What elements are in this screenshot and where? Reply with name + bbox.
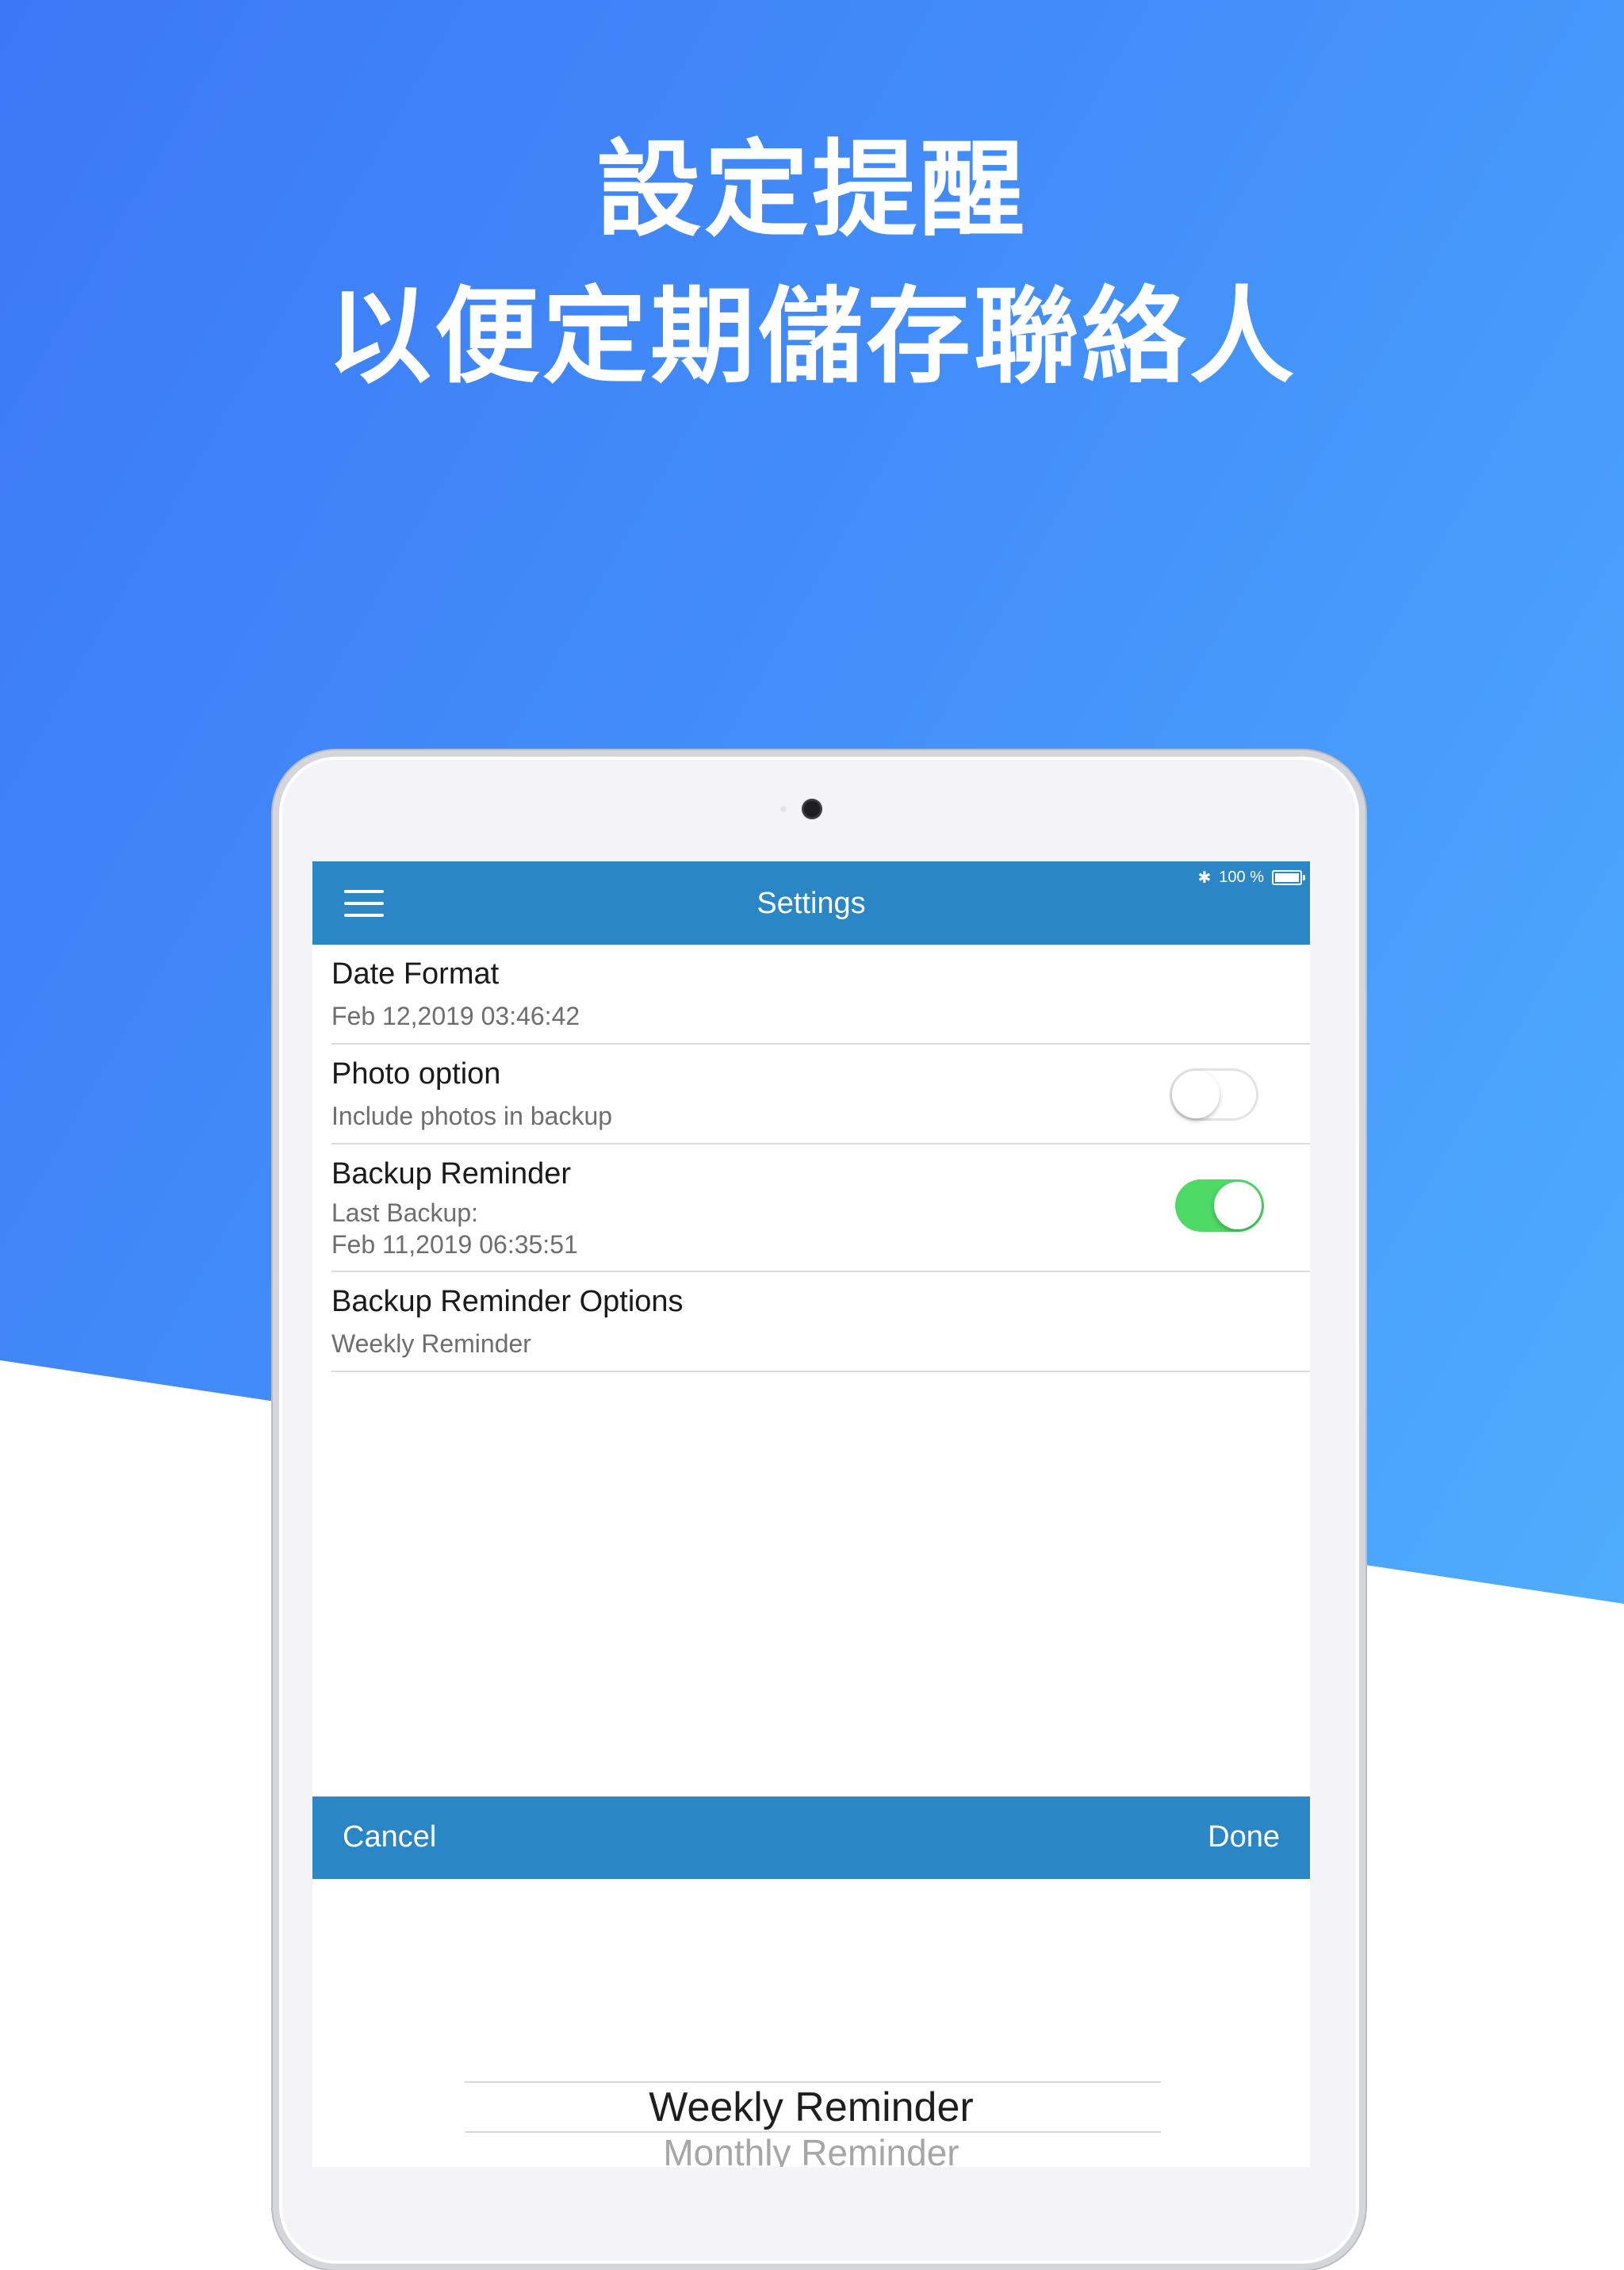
date-format-value: Feb 12,2019 03:46:42 — [331, 1002, 580, 1030]
backup-reminder-options-title: Backup Reminder Options — [331, 1285, 684, 1318]
photo-option-toggle[interactable] — [1170, 1068, 1258, 1121]
toggle-knob — [1214, 1182, 1262, 1229]
picker-toolbar: Cancel Done — [312, 1796, 1310, 1879]
last-backup-value: Feb 11,2019 06:35:51 — [331, 1230, 578, 1259]
cancel-button[interactable]: Cancel — [343, 1820, 436, 1854]
page-title: Settings — [756, 887, 866, 920]
app-screen: ✱ 100 % Settings Date Format Feb 12,2019… — [312, 861, 1310, 2167]
navigation-bar: ✱ 100 % Settings — [312, 861, 1310, 945]
toggle-knob — [1172, 1071, 1220, 1118]
picker-option-weekly[interactable]: Weekly Reminder — [312, 2084, 1310, 2131]
battery-percentage: 100 % — [1219, 869, 1264, 886]
picker-option-monthly[interactable]: Monthly Reminder — [312, 2131, 1310, 2167]
backup-reminder-options-row[interactable]: Backup Reminder Options Weekly Reminder — [312, 1272, 1310, 1372]
photo-option-title: Photo option — [331, 1057, 501, 1091]
row-divider — [331, 1371, 1310, 1372]
tablet-sensor — [780, 806, 787, 812]
date-format-title: Date Format — [331, 957, 500, 991]
bluetooth-icon: ✱ — [1197, 869, 1212, 887]
backup-reminder-title: Backup Reminder — [331, 1157, 572, 1191]
backup-reminder-toggle[interactable] — [1175, 1179, 1264, 1232]
photo-option-row[interactable]: Photo option Include photos in backup — [312, 1045, 1310, 1145]
tablet-camera — [804, 801, 820, 817]
picker-selection-line-top — [465, 2081, 1161, 2083]
reminder-picker[interactable]: Weekly Reminder Monthly Reminder — [312, 1879, 1310, 2167]
backup-reminder-row[interactable]: Backup Reminder Last Backup: Feb 11,2019… — [312, 1145, 1310, 1272]
last-backup-label: Last Backup: — [331, 1198, 478, 1227]
backup-reminder-options-value: Weekly Reminder — [331, 1329, 531, 1358]
photo-option-subtitle: Include photos in backup — [331, 1102, 613, 1130]
date-format-row[interactable]: Date Format Feb 12,2019 03:46:42 — [312, 945, 1310, 1045]
promo-headline-line1: 設定提醒 — [596, 129, 1028, 251]
done-button[interactable]: Done — [1208, 1820, 1280, 1854]
battery-icon — [1272, 870, 1305, 885]
status-bar: ✱ 100 % — [1197, 868, 1305, 888]
promo-headline-line2: 以便定期儲存聯絡人 — [327, 276, 1297, 398]
